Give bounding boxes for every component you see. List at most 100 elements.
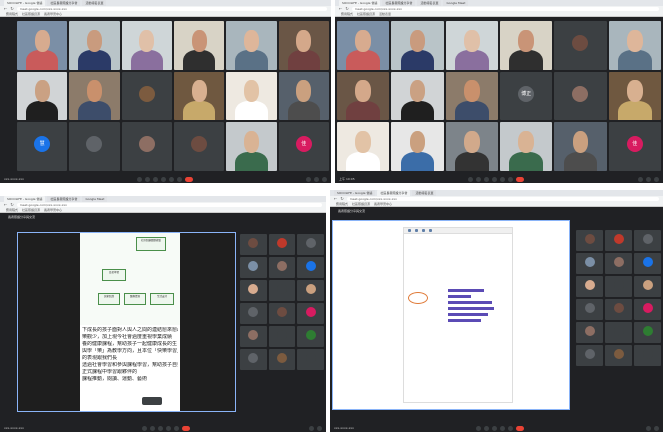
participant-tile[interactable] — [391, 21, 444, 70]
participant-tile[interactable] — [173, 122, 225, 171]
participant-tile[interactable] — [554, 71, 607, 121]
participant-tile[interactable] — [297, 349, 324, 370]
bookmark-item[interactable]: 長者學習中心 — [44, 12, 62, 17]
chat-icon[interactable] — [654, 425, 659, 431]
participant-tile[interactable] — [278, 71, 329, 121]
participant-tile[interactable] — [121, 71, 172, 121]
highlight-icon[interactable] — [415, 229, 418, 232]
bookmark-item[interactable]: 社區照護資源 — [357, 12, 375, 17]
browser-tab[interactable]: 社區長者照護分享會 — [377, 190, 411, 196]
participant-tile[interactable] — [391, 71, 444, 121]
participant-tile[interactable] — [297, 326, 324, 347]
people-icon[interactable] — [646, 176, 651, 182]
more-options-icon[interactable] — [507, 425, 513, 431]
more-options-icon[interactable] — [176, 176, 182, 182]
captions-icon[interactable] — [484, 176, 490, 182]
participant-tile[interactable]: 佳 — [608, 122, 661, 171]
eraser-icon[interactable] — [429, 229, 432, 232]
presenter-toolbar[interactable] — [142, 397, 162, 405]
participant-tile[interactable] — [337, 21, 390, 70]
end-call-button[interactable] — [516, 176, 525, 182]
info-icon[interactable] — [306, 176, 311, 182]
end-call-button[interactable] — [184, 176, 193, 182]
participant-tile[interactable] — [226, 71, 277, 121]
participant-tile[interactable] — [69, 122, 120, 171]
people-icon[interactable] — [309, 425, 314, 431]
participant-tile[interactable] — [576, 345, 603, 366]
url-bar[interactable]: meet.google.com/xxx-xxxx-xxx — [16, 7, 327, 11]
camera-icon[interactable] — [144, 176, 150, 182]
participant-tile[interactable] — [608, 71, 661, 121]
end-call-button[interactable] — [515, 425, 524, 431]
text-icon[interactable] — [422, 229, 425, 232]
participant-tile[interactable] — [608, 21, 661, 70]
bookmark-item[interactable]: 活動表單 — [379, 12, 391, 17]
browser-tab[interactable]: 活動報名表單 — [417, 0, 442, 6]
participant-tile[interactable] — [69, 71, 120, 121]
participant-tile[interactable] — [576, 276, 603, 297]
participant-tile[interactable] — [391, 122, 444, 171]
browser-tab[interactable]: 社區長者照護分享會 — [47, 0, 81, 6]
raise-hand-icon[interactable] — [160, 176, 166, 182]
participant-tile[interactable] — [445, 21, 498, 70]
present-icon[interactable] — [499, 425, 505, 431]
participant-tile[interactable] — [240, 280, 267, 301]
url-bar[interactable]: meet.google.com/xxx-xxxx-xxx — [346, 197, 659, 201]
raise-hand-icon[interactable] — [492, 176, 498, 182]
participant-tile[interactable] — [499, 21, 553, 70]
bookmark-item[interactable]: 應用程式 — [341, 12, 353, 17]
info-icon[interactable] — [638, 176, 643, 182]
participant-tile[interactable] — [297, 257, 324, 278]
participant-tile[interactable] — [173, 21, 225, 70]
people-icon[interactable] — [646, 425, 651, 431]
participant-tile[interactable]: 慧 — [17, 122, 68, 171]
participant-tile[interactable] — [576, 322, 603, 343]
camera-icon[interactable] — [150, 425, 156, 431]
participant-tile[interactable]: 佳 — [278, 122, 329, 171]
participant-tile[interactable] — [499, 122, 553, 171]
participant-tile[interactable] — [445, 122, 498, 171]
pen-icon[interactable] — [408, 229, 411, 232]
camera-icon[interactable] — [483, 425, 489, 431]
participant-tile[interactable] — [268, 326, 296, 347]
participant-tile[interactable] — [69, 21, 120, 70]
participant-tile[interactable] — [297, 234, 324, 255]
participant-tile[interactable] — [634, 322, 661, 343]
chat-icon[interactable] — [317, 425, 322, 431]
browser-tab[interactable]: Google Meet — [82, 196, 108, 202]
participant-tile[interactable] — [268, 234, 296, 255]
mic-icon[interactable] — [475, 425, 481, 431]
participant-tile[interactable] — [605, 276, 632, 297]
browser-tab[interactable]: Google Meet — [443, 0, 469, 6]
camera-icon[interactable] — [476, 176, 482, 182]
participant-tile[interactable] — [576, 230, 603, 251]
mic-icon[interactable] — [136, 176, 142, 182]
participant-tile[interactable] — [634, 253, 661, 274]
end-call-button[interactable] — [182, 425, 191, 431]
people-icon[interactable] — [314, 176, 319, 182]
browser-tab[interactable]: 社區長者照護分享會 — [47, 196, 81, 202]
participant-tile[interactable] — [445, 71, 498, 121]
participant-tile[interactable] — [605, 345, 632, 366]
participant-tile[interactable] — [240, 349, 267, 370]
participant-tile[interactable] — [240, 234, 267, 255]
chat-icon[interactable] — [654, 176, 659, 182]
present-icon[interactable] — [500, 176, 506, 182]
participant-tile[interactable] — [297, 280, 324, 301]
browser-tab[interactable]: 社區長者照護分享會 — [382, 0, 416, 6]
participant-tile[interactable] — [226, 122, 277, 171]
captions-icon[interactable] — [152, 176, 158, 182]
participant-tile[interactable] — [268, 349, 296, 370]
captions-icon[interactable] — [491, 425, 497, 431]
participant-tile[interactable] — [634, 276, 661, 297]
participant-tile[interactable] — [17, 71, 68, 121]
participant-tile[interactable] — [17, 21, 68, 70]
participant-tile[interactable] — [240, 326, 267, 347]
browser-tab[interactable]: 活動報名表單 — [82, 0, 107, 6]
participant-tile[interactable] — [634, 299, 661, 320]
more-options-icon[interactable] — [174, 425, 180, 431]
participant-tile[interactable] — [240, 257, 267, 278]
participant-tile[interactable] — [605, 230, 632, 251]
browser-tab[interactable]: 活動報名表單 — [412, 190, 437, 196]
participant-tile[interactable] — [605, 299, 632, 320]
